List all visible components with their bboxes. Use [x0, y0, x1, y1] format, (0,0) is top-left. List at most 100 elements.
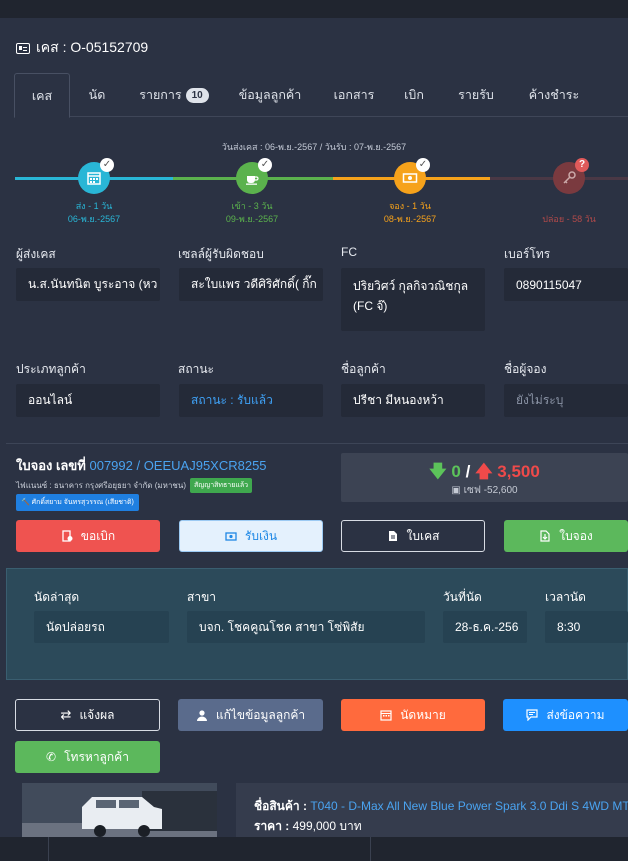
booking-document-button-label: ใบจอง [559, 528, 593, 543]
key-icon [563, 171, 576, 184]
customer-name-field[interactable]: ปรีชา มีหนองหว้า [341, 384, 485, 417]
appointment-button[interactable]: นัดหมาย [341, 699, 485, 731]
bottom-nav-divider [48, 837, 49, 861]
receive-money-button-label: รับเงิน [244, 528, 278, 543]
edit-customer-button[interactable]: แก้ไขข้อมูลลูกค้า [178, 699, 323, 731]
send-message-button[interactable]: ส่งข้อความ [503, 699, 628, 731]
cash-register-icon [225, 532, 237, 541]
sender-field[interactable]: น.ส.นันทนิต บูระอาจ (หว [16, 268, 160, 301]
sender-label: ผู้ส่งเคส [16, 247, 56, 261]
user-icon [196, 710, 207, 721]
wrench-icon: 🔨 [21, 499, 30, 506]
step-send-node: ✓ [78, 158, 114, 194]
id-card-icon [16, 42, 30, 54]
amount-separator: / [465, 462, 471, 481]
tab-appointment-label: นัด [88, 88, 106, 102]
fc-label: FC [341, 245, 357, 259]
case-title: เคส : O-05152709 [16, 37, 148, 59]
advance-amount: เซฟ -52,600 [463, 485, 518, 496]
question-icon: ? [575, 158, 589, 172]
report-result-button-label: แจ้งผล [79, 707, 115, 722]
appointment-date-label: วันที่นัด [443, 590, 482, 604]
timeline-header: วันส่งเคส : 06-พ.ย.-2567 / วันรับ : 07-พ… [221, 142, 407, 152]
booking-document-button[interactable]: ใบจอง [504, 520, 628, 552]
tab-withdraw[interactable]: เบิก [392, 73, 436, 117]
tab-income[interactable]: รายรับ [436, 73, 516, 117]
booking-title-prefix: ใบจอง เลขที่ [16, 458, 86, 473]
case-title-text: เคส : O-05152709 [36, 39, 149, 55]
phone-field[interactable]: 0890115047 [504, 268, 628, 301]
booking-number[interactable]: 007992 / OEEUAJ95XCR8255 [89, 458, 266, 473]
step-enter-node: ✓ [236, 158, 272, 194]
call-customer-button[interactable]: ✆ โทรหาลูกค้า [15, 741, 160, 773]
tab-documents[interactable]: เอกสาร [316, 73, 392, 117]
tab-case[interactable]: เคส [14, 73, 70, 118]
withdraw-button[interactable]: ขอเบิก [16, 520, 160, 552]
calendar-icon [87, 172, 101, 185]
receipt-icon [62, 530, 73, 542]
coffee-icon [246, 176, 259, 185]
fc-field[interactable]: ปริยวิศว์ กุลกิจวณิชกุล (FC จ๊) [341, 268, 485, 331]
step-book-duration: จอง - 1 วัน [389, 201, 431, 211]
amount-box: 🡇 0 / 🡅 3,500 ▣ เซฟ -52,600 [341, 453, 628, 502]
tab-outstanding-label: ค้างชำระ [528, 88, 580, 102]
product-name-label: ชื่อสินค้า : [254, 799, 307, 813]
appointment-time-label: เวลานัด [545, 590, 586, 604]
tab-outstanding[interactable]: ค้างชำระ [516, 73, 592, 117]
amount-due: 3,500 [497, 462, 540, 481]
tab-customer-info[interactable]: ข้อมูลลูกค้า [224, 73, 316, 117]
appointment-time-field[interactable]: 8:30 [545, 611, 628, 643]
report-result-button[interactable]: ⇄ แจ้งผล [15, 699, 160, 731]
booker-label: ชื่อผู้จอง [504, 362, 547, 376]
tab-documents-label: เอกสาร [333, 88, 375, 102]
status-field[interactable]: สถานะ : รับแล้ว [179, 384, 323, 417]
edit-customer-button-label: แก้ไขข้อมูลลูกค้า [215, 707, 306, 722]
phone-label: เบอร์โทร [504, 247, 551, 261]
product-price-value: 499,000 บาท [292, 819, 362, 833]
document-icon [388, 531, 397, 541]
booker-field[interactable]: ยังไม่ระบุ [504, 384, 628, 417]
step-send-date: 06-พ.ย.-2567 [67, 214, 121, 224]
pickup-truck-image [22, 783, 217, 839]
sales-field[interactable]: สะใบแพร วดีศิริศักดิ์( กิ๊ก [179, 268, 323, 301]
step-enter-label: เข้า - 3 วัน 09-พ.ย.-2567 [197, 200, 307, 226]
tab-income-label: รายรับ [458, 88, 494, 102]
booking-title: ใบจอง เลขที่ 007992 / OEEUAJ95XCR8255 [16, 455, 267, 476]
sales-label: เซลล์ผู้รับผิดชอบ [178, 247, 264, 261]
status-label: สถานะ [178, 362, 214, 376]
case-document-button-label: ใบเคส [406, 528, 440, 543]
step-release-label: ปล่อย - 58 วัน [514, 213, 624, 226]
tab-appointment[interactable]: นัด [70, 73, 124, 117]
advance-line: ▣ เซฟ -52,600 [341, 483, 628, 498]
exchange-icon: ⇄ [60, 707, 72, 722]
arrow-up-icon: 🡅 [475, 462, 493, 481]
send-message-button-label: ส่งข้อความ [546, 707, 605, 722]
latest-appointment-label: นัดล่าสุด [34, 590, 80, 604]
tab-withdraw-label: เบิก [404, 88, 424, 102]
latest-appointment-field[interactable]: นัดปล่อยรถ [34, 611, 169, 643]
tab-items[interactable]: รายการ 10 [124, 73, 224, 117]
product-price: ราคา : 499,000 บาท [254, 817, 362, 836]
step-book-label: จอง - 1 วัน 08-พ.ย.-2567 [355, 200, 465, 226]
check-icon: ✓ [258, 158, 272, 172]
phone-icon: ✆ [46, 750, 57, 764]
finance-company: ไฟแนนซ์ : ธนาคาร กรุงศรีอยุธยา จำกัด (มห… [16, 481, 186, 490]
branch-label: สาขา [187, 590, 217, 604]
appointment-button-label: นัดหมาย [400, 707, 446, 722]
case-document-button[interactable]: ใบเคส [341, 520, 485, 552]
product-name: ชื่อสินค้า : T040 - D-Max All New Blue P… [254, 797, 628, 816]
step-book-date: 08-พ.ย.-2567 [383, 214, 437, 224]
withdraw-button-label: ขอเบิก [80, 528, 116, 543]
calendar-icon [380, 710, 392, 721]
receive-money-button[interactable]: รับเงิน [179, 520, 323, 552]
amount-paid: 0 [451, 462, 461, 481]
product-name-value[interactable]: T040 - D-Max All New Blue Power Spark 3.… [310, 799, 628, 813]
step-send-duration: ส่ง - 1 วัน [75, 201, 113, 211]
customer-type-field[interactable]: ออนไลน์ [16, 384, 160, 417]
customer-type-label: ประเภทลูกค้า [16, 362, 86, 376]
arrow-down-icon: 🡇 [429, 462, 447, 481]
step-release-duration: ปล่อย - 58 วัน [542, 214, 596, 224]
appointment-date-field[interactable]: 28-ธ.ค.-256 [443, 611, 527, 643]
check-icon: ✓ [100, 158, 114, 172]
branch-field[interactable]: บจก. โชคคูณโชค สาขา โซ่พิสัย [187, 611, 425, 643]
